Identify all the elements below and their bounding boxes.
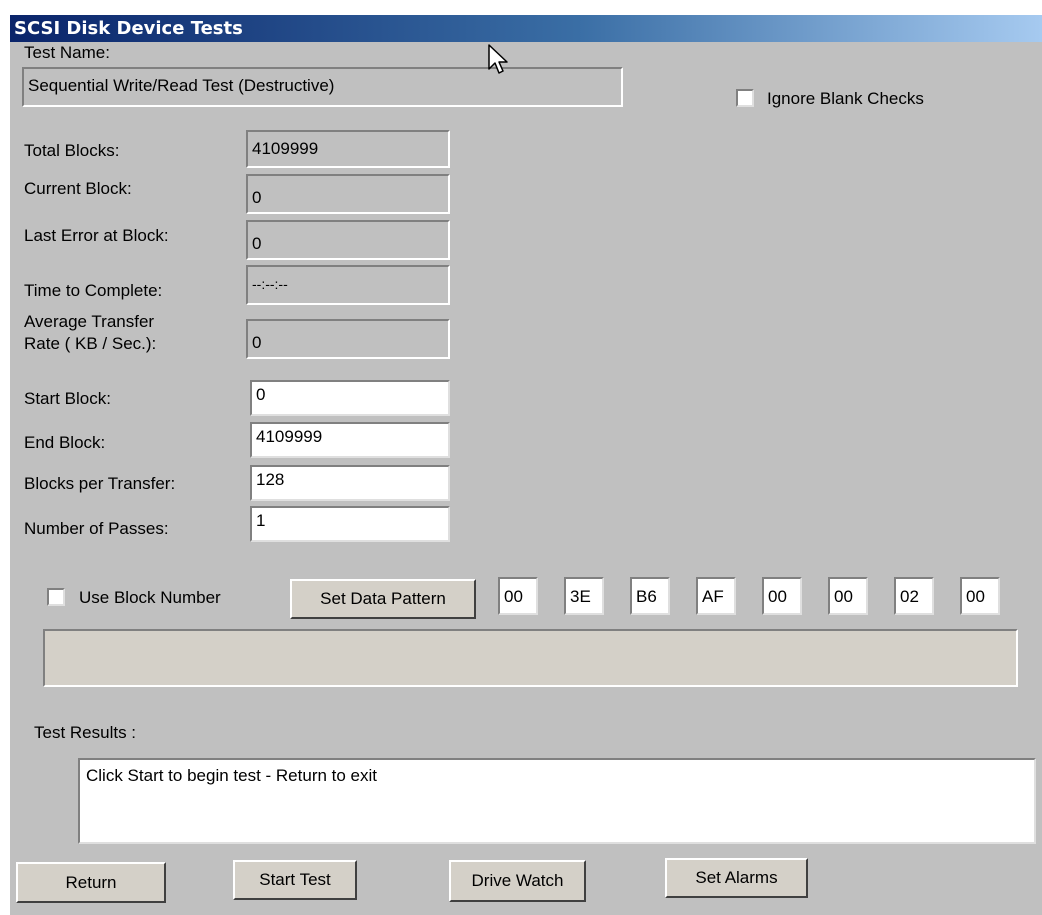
end-block-input[interactable]: 4109999 [250, 422, 450, 458]
test-results-label: Test Results : [34, 723, 137, 742]
last-error-block-label: Last Error at Block: [24, 226, 169, 245]
number-of-passes-input[interactable]: 1 [250, 506, 450, 542]
ignore-blank-checks-label: Ignore Blank Checks [767, 89, 924, 108]
current-block-label: Current Block: [24, 179, 132, 198]
total-blocks-label: Total Blocks: [24, 141, 120, 160]
ignore-blank-checks-checkbox[interactable] [736, 89, 754, 107]
start-test-button[interactable]: Start Test [233, 860, 357, 900]
pattern-byte-1-input[interactable]: 00 [498, 577, 538, 615]
start-block-input[interactable]: 0 [250, 380, 450, 416]
window-title: SCSI Disk Device Tests [14, 18, 243, 39]
pattern-byte-4-input[interactable]: AF [696, 577, 736, 615]
avg-transfer-rate-field: 0 [246, 319, 450, 359]
pattern-byte-5-input[interactable]: 00 [762, 577, 802, 615]
test-name-label: Test Name: [24, 43, 110, 62]
data-pattern-display [43, 629, 1018, 687]
avg-transfer-rate-label-line1: Average Transfer [24, 312, 155, 331]
return-button[interactable]: Return [16, 862, 166, 903]
last-error-block-field: 0 [246, 220, 450, 260]
title-bar[interactable]: SCSI Disk Device Tests [10, 15, 1042, 42]
blocks-per-transfer-input[interactable]: 128 [250, 465, 450, 501]
total-blocks-field: 4109999 [246, 130, 450, 168]
set-data-pattern-button[interactable]: Set Data Pattern [290, 579, 476, 619]
pattern-byte-3-input[interactable]: B6 [630, 577, 670, 615]
pattern-byte-2-input[interactable]: 3E [564, 577, 604, 615]
test-results-box[interactable]: Click Start to begin test - Return to ex… [78, 758, 1036, 844]
use-block-number-label: Use Block Number [79, 588, 221, 607]
blocks-per-transfer-label: Blocks per Transfer: [24, 474, 176, 493]
drive-watch-button[interactable]: Drive Watch [449, 860, 586, 902]
pattern-byte-8-input[interactable]: 00 [960, 577, 1000, 615]
current-block-field: 0 [246, 174, 450, 214]
use-block-number-checkbox[interactable] [47, 588, 65, 606]
end-block-label: End Block: [24, 433, 106, 452]
test-name-field: Sequential Write/Read Test (Destructive) [22, 67, 623, 107]
time-to-complete-field: --:--:-- [246, 265, 450, 305]
start-block-label: Start Block: [24, 389, 111, 408]
avg-transfer-rate-label-line2: Rate ( KB / Sec.): [24, 334, 157, 353]
time-to-complete-label: Time to Complete: [24, 281, 163, 300]
arrow-cursor-icon [488, 44, 508, 74]
number-of-passes-label: Number of Passes: [24, 519, 169, 538]
pattern-byte-7-input[interactable]: 02 [894, 577, 934, 615]
pattern-byte-6-input[interactable]: 00 [828, 577, 868, 615]
scsi-disk-tests-window: SCSI Disk Device Tests Test Name: Sequen… [10, 15, 1042, 915]
set-alarms-button[interactable]: Set Alarms [665, 858, 808, 898]
